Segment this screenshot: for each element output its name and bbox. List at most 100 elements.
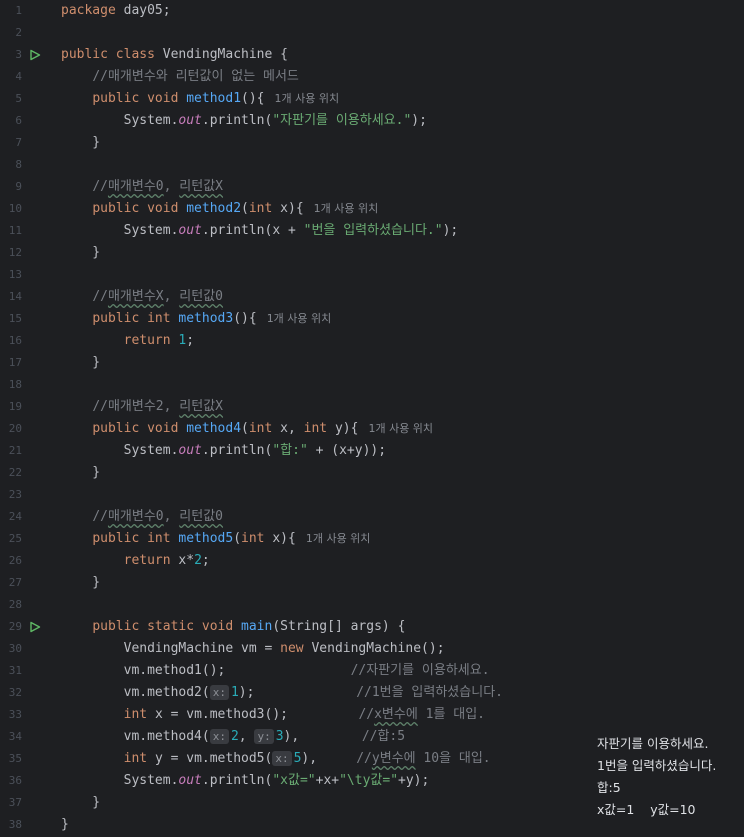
code-line[interactable]: //매개변수0, 리턴값X [61, 176, 741, 198]
code-token: public class [61, 47, 163, 62]
code-token: , [238, 729, 255, 744]
code-line[interactable]: public int method3(){1개 사용 위치 [61, 308, 741, 330]
code-token: //1번을 입력하셨습니다. [356, 685, 503, 700]
code-line[interactable] [61, 484, 741, 506]
line-number: 20 [8, 422, 22, 435]
code-token: VendingMachine { [162, 47, 288, 62]
code-token: ( [241, 201, 249, 216]
code-token: package [61, 3, 124, 18]
code-line[interactable]: int x = vm.method3(); //x변수에 1를 대입. [61, 704, 741, 726]
code-line[interactable]: } [61, 352, 741, 374]
param-hint: x: [209, 729, 229, 744]
usage-hint[interactable]: 1개 사용 위치 [368, 422, 433, 435]
code-line[interactable]: VendingMachine vm = new VendingMachine()… [61, 638, 741, 660]
code-token: method4 [186, 421, 242, 436]
code-token: // [92, 289, 108, 304]
code-token: "\ty값=" [339, 773, 399, 788]
code-line[interactable]: } [61, 242, 741, 264]
code-line[interactable]: //매개변수0, 리턴값0 [61, 506, 741, 528]
usage-hint[interactable]: 1개 사용 위치 [314, 202, 379, 215]
line-number: 1 [15, 4, 22, 17]
code-token: public int [92, 311, 179, 326]
code-line[interactable]: System.out.println("합:" + (x+y)); [61, 440, 741, 462]
code-token: //매개변수2, [92, 399, 180, 414]
param-hint: y: [254, 729, 274, 744]
line-number: 3 [15, 48, 22, 61]
code-token: int [123, 751, 155, 766]
code-token: 리턴값0 [179, 289, 224, 304]
code-editor[interactable]: 1 package day05; 2 3 public class VendingMac… [0, 0, 744, 837]
code-line[interactable]: //매개변수2, 리턴값X [61, 396, 741, 418]
code-line[interactable]: public void method2(int x){1개 사용 위치 [61, 198, 741, 220]
code-line[interactable]: System.out.println(x + "번을 입력하셨습니다."); [61, 220, 741, 242]
code-token: // [356, 751, 372, 766]
code-token: y변수에 [371, 751, 416, 766]
code-token: ); [238, 685, 357, 700]
run-icon[interactable] [28, 44, 42, 66]
code-line[interactable]: public void method1(){1개 사용 위치 [61, 88, 741, 110]
code-line[interactable]: //매개변수와 리턴값이 없는 메서드 [61, 66, 741, 88]
run-icon[interactable] [28, 616, 42, 638]
code-token: (){ [233, 311, 257, 326]
code-token: 매개변수0 [107, 509, 164, 524]
code-token: x = vm.method3(); [154, 707, 359, 722]
code-line[interactable] [61, 22, 741, 44]
code-line[interactable]: return 1; [61, 330, 741, 352]
usage-hint[interactable]: 1개 사용 위치 [275, 92, 340, 105]
code-token: "자판기를 이용하세요." [272, 113, 412, 128]
code-line[interactable]: public void method4(int x, int y){1개 사용 … [61, 418, 741, 440]
code-token: int [123, 707, 155, 722]
code-line[interactable]: vm.method1(); //자판기를 이용하세요. [61, 660, 741, 682]
code-token: vm.method2( [61, 685, 210, 700]
code-line[interactable]: return x*2; [61, 550, 741, 572]
usage-hint[interactable]: 1개 사용 위치 [306, 532, 371, 545]
code-token: +y); [398, 773, 430, 788]
code-line[interactable]: } [61, 132, 741, 154]
code-line[interactable]: //매개변수X, 리턴값0 [61, 286, 741, 308]
code-line[interactable]: } [61, 572, 741, 594]
code-line[interactable]: package day05; [61, 0, 741, 22]
code-token: 매개변수0 [107, 179, 164, 194]
code-token: day05; [123, 3, 171, 18]
line-number: 24 [8, 510, 22, 523]
line-number: 29 [8, 620, 22, 633]
code-line[interactable]: System.out.println("자판기를 이용하세요."); [61, 110, 741, 132]
code-token: //매개변수와 리턴값이 없는 메서드 [92, 69, 299, 84]
code-token: ), [301, 751, 357, 766]
code-token: .println( [201, 113, 273, 128]
code-token: } [61, 795, 101, 810]
code-token: method2 [186, 201, 242, 216]
code-line[interactable] [61, 154, 741, 176]
code-token: .println(x + [201, 223, 304, 238]
line-number: 16 [8, 334, 22, 347]
code-token: 리턴값X [179, 399, 224, 414]
code-line[interactable] [61, 264, 741, 286]
code-line[interactable]: public class VendingMachine { [61, 44, 741, 66]
code-token: "x값=" [272, 773, 316, 788]
line-number: 15 [8, 312, 22, 325]
line-number: 5 [15, 92, 22, 105]
code-token: 1를 대입. [417, 707, 485, 722]
code-line[interactable] [61, 594, 741, 616]
line-number: 13 [8, 268, 22, 281]
usage-hint[interactable]: 1개 사용 위치 [267, 312, 332, 325]
code-line[interactable]: public static void main(String[] args) { [61, 616, 741, 638]
code-line[interactable] [61, 374, 741, 396]
code-line[interactable]: } [61, 462, 741, 484]
code-token: VendingMachine(); [311, 641, 445, 656]
code-line[interactable]: public int method5(int x){1개 사용 위치 [61, 528, 741, 550]
code-token: } [61, 575, 101, 590]
code-token: int [248, 421, 281, 436]
line-number: 30 [8, 642, 22, 655]
code-token: x변수에 [374, 707, 418, 722]
code-token: System. [61, 773, 179, 788]
code-line[interactable]: vm.method2(x: 1); //1번을 입력하셨습니다. [61, 682, 741, 704]
